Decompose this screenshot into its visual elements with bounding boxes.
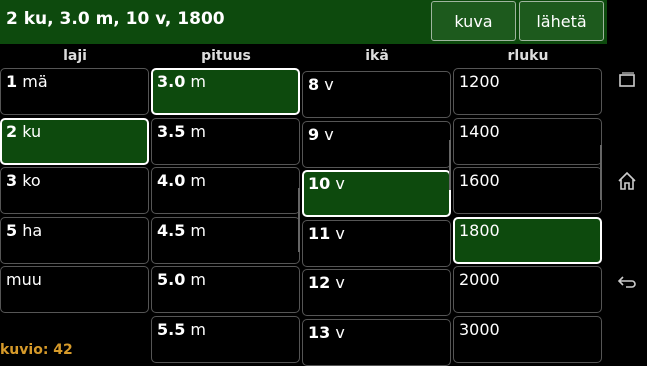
pituus-option-unit: m: [185, 221, 207, 240]
ika-option-unit: v: [319, 125, 334, 144]
laji-option-value: 1: [6, 72, 18, 91]
laji-option[interactable]: 2 ku: [0, 118, 149, 165]
pituus-option-value: 5.5: [157, 320, 186, 339]
pituus-option[interactable]: 5.0 m: [151, 266, 300, 313]
pituus-option-unit: m: [185, 320, 207, 339]
rluku-option[interactable]: 3000: [453, 316, 602, 363]
column-header-ika: ikä: [365, 48, 389, 64]
ika-option-value: 13: [308, 323, 331, 342]
home-icon[interactable]: [607, 170, 647, 197]
ika-option-value: 10: [308, 174, 331, 193]
laheta-button[interactable]: lähetä: [519, 1, 604, 41]
rluku-option[interactable]: 1400: [453, 118, 602, 165]
ika-option-unit: v: [330, 174, 345, 193]
pituus-option-value: 4.0: [157, 171, 186, 190]
laji-option-unit: ha: [17, 221, 43, 240]
rluku-option[interactable]: 1800: [453, 217, 602, 264]
ika-scrollbar[interactable]: [449, 140, 451, 190]
pituus-option-unit: m: [185, 171, 207, 190]
pituus-option-unit: m: [185, 270, 207, 289]
laji-option-value: 5: [6, 221, 18, 240]
ika-option-value: 11: [308, 224, 331, 243]
pituus-option-value: 3.0: [157, 72, 186, 91]
ika-option[interactable]: 8 v: [302, 71, 451, 118]
laji-option-unit: ko: [17, 171, 41, 190]
ika-option-unit: v: [319, 75, 334, 94]
kuvio-label: kuvio: 42: [0, 342, 73, 358]
recent-apps-icon[interactable]: [607, 70, 647, 95]
ika-option-unit: v: [330, 273, 345, 292]
ika-option-value: 8: [308, 75, 320, 94]
pituus-option[interactable]: 4.0 m: [151, 167, 300, 214]
ika-option[interactable]: 10 v: [302, 170, 451, 217]
laji-option-value: 2: [6, 122, 18, 141]
header-bar: 2 ku, 3.0 m, 10 v, 1800 kuva lähetä: [0, 0, 607, 44]
ika-option-value: 9: [308, 125, 320, 144]
laji-option[interactable]: 5 ha: [0, 217, 149, 264]
ika-option[interactable]: 12 v: [302, 269, 451, 316]
laji-option-unit: ku: [17, 122, 42, 141]
pituus-option[interactable]: 5.5 m: [151, 316, 300, 363]
laji-option-unit: mä: [17, 72, 48, 91]
pituus-option[interactable]: 4.5 m: [151, 217, 300, 264]
pituus-scrollbar[interactable]: [298, 188, 300, 252]
rluku-option-unit: 1200: [459, 72, 500, 91]
column-header-laji: laji: [63, 48, 87, 64]
rluku-option[interactable]: 1200: [453, 68, 602, 115]
laji-option[interactable]: 3 ko: [0, 167, 149, 214]
back-icon[interactable]: [607, 272, 647, 297]
pituus-option[interactable]: 3.5 m: [151, 118, 300, 165]
kuva-button[interactable]: kuva: [431, 1, 516, 41]
rluku-option-unit: 2000: [459, 270, 500, 289]
laji-option-unit: muu: [6, 270, 42, 289]
laji-option[interactable]: muu: [0, 266, 149, 313]
pituus-option[interactable]: 3.0 m: [151, 68, 300, 115]
ika-option-unit: v: [330, 323, 345, 342]
pituus-option-unit: m: [185, 122, 207, 141]
ika-option[interactable]: 11 v: [302, 220, 451, 267]
laji-option[interactable]: 1 mä: [0, 68, 149, 115]
ika-option-unit: v: [330, 224, 345, 243]
rluku-option-unit: 3000: [459, 320, 500, 339]
pituus-option-value: 5.0: [157, 270, 186, 289]
column-header-pituus: pituus: [201, 48, 251, 64]
ika-option[interactable]: 13 v: [302, 319, 451, 366]
rluku-option-unit: 1800: [459, 221, 500, 240]
rluku-option[interactable]: 1600: [453, 167, 602, 214]
rluku-option-unit: 1600: [459, 171, 500, 190]
pituus-option-value: 4.5: [157, 221, 186, 240]
laji-option-value: 3: [6, 171, 18, 190]
selection-summary: 2 ku, 3.0 m, 10 v, 1800: [6, 9, 225, 29]
column-header-rluku: rluku: [507, 48, 549, 64]
pituus-option-value: 3.5: [157, 122, 186, 141]
rluku-option-unit: 1400: [459, 122, 500, 141]
ika-option[interactable]: 9 v: [302, 121, 451, 168]
rluku-scrollbar[interactable]: [600, 145, 602, 200]
ika-option-value: 12: [308, 273, 331, 292]
pituus-option-unit: m: [185, 72, 207, 91]
system-nav-bar: [607, 0, 647, 364]
rluku-option[interactable]: 2000: [453, 266, 602, 313]
